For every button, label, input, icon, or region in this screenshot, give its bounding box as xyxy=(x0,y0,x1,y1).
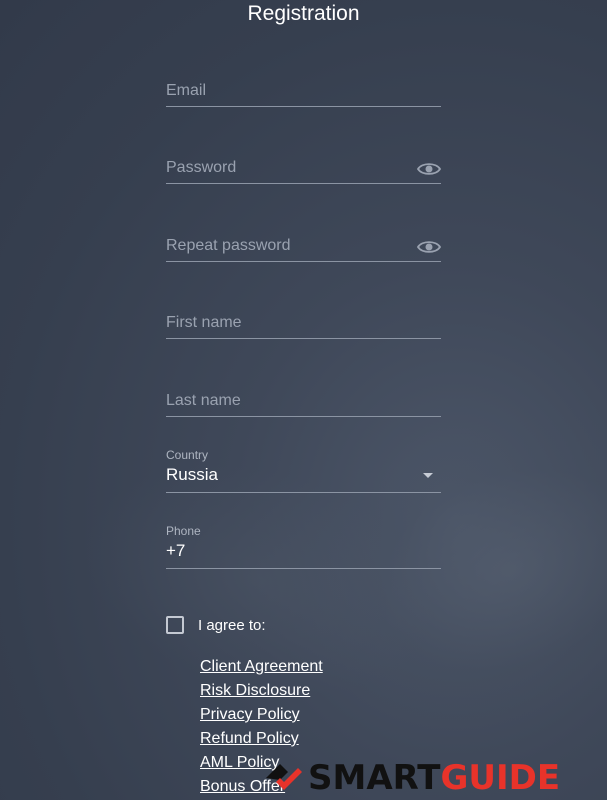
first-name-placeholder: First name xyxy=(166,314,242,331)
password-placeholder: Password xyxy=(166,159,237,176)
smartguide-logo-icon xyxy=(266,764,302,790)
phone-label: Phone xyxy=(166,524,201,538)
last-name-field[interactable]: Last name xyxy=(166,392,441,417)
agree-checkbox[interactable] xyxy=(166,616,184,634)
country-label: Country xyxy=(166,448,209,462)
phone-value: +7 xyxy=(166,541,186,560)
smartguide-watermark: SMART GUIDE xyxy=(262,758,560,798)
refund-policy-link[interactable]: Refund Policy xyxy=(200,727,323,751)
watermark-smart-text: SMART xyxy=(308,758,441,798)
watermark-guide-text: GUIDE xyxy=(440,758,561,798)
risk-disclosure-link[interactable]: Risk Disclosure xyxy=(200,679,323,703)
password-field[interactable]: Password xyxy=(166,159,441,184)
phone-field[interactable]: Phone +7 xyxy=(166,524,441,569)
last-name-placeholder: Last name xyxy=(166,392,241,409)
first-name-field[interactable]: First name xyxy=(166,314,441,339)
page-title: Registration xyxy=(247,2,360,25)
repeat-password-placeholder: Repeat password xyxy=(166,237,291,254)
chevron-down-icon[interactable] xyxy=(423,473,433,478)
agree-row: I agree to: xyxy=(166,616,266,634)
eye-icon[interactable] xyxy=(417,239,441,255)
privacy-policy-link[interactable]: Privacy Policy xyxy=(200,703,323,727)
eye-icon[interactable] xyxy=(417,161,441,177)
country-value: Russia xyxy=(166,465,218,484)
client-agreement-link[interactable]: Client Agreement xyxy=(200,655,323,679)
agree-label: I agree to: xyxy=(198,616,266,634)
country-select[interactable]: Country Russia xyxy=(166,448,441,493)
email-field[interactable]: Email xyxy=(166,82,441,107)
email-placeholder: Email xyxy=(166,82,207,99)
repeat-password-field[interactable]: Repeat password xyxy=(166,237,441,262)
